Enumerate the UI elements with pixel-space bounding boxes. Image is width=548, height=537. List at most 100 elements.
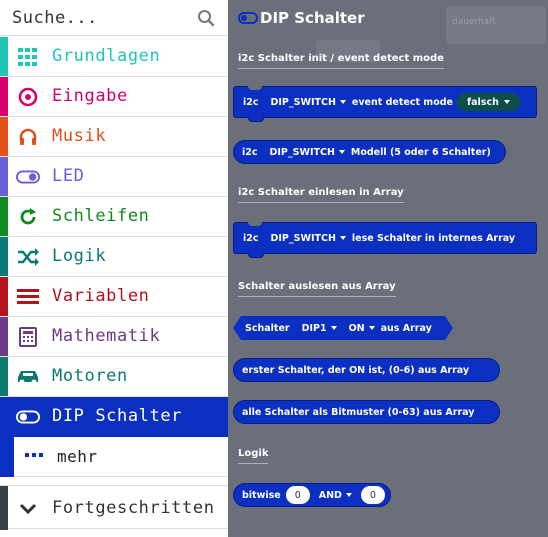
block-text: i2c [243, 96, 259, 108]
caret-down-icon [331, 326, 337, 330]
dropdown-value: DIP_SWITCH [270, 232, 336, 244]
dropdown-value: DIP_SWITCH [269, 146, 335, 158]
block-init-event-detect[interactable]: i2c DIP_SWITCH event detect mode falsch [233, 86, 537, 122]
caret-down-icon [339, 236, 346, 240]
dropdown-on-off[interactable]: ON [349, 323, 375, 334]
number-input[interactable]: 0 [285, 486, 310, 504]
toggle-icon [16, 166, 40, 188]
category-motoren[interactable]: Motoren [0, 357, 228, 397]
headphones-icon [16, 126, 40, 148]
number-input[interactable]: 0 [360, 486, 385, 504]
block-flyout: dauerhaft DIP Schalter i2c Schalter init… [228, 0, 548, 537]
search-icon[interactable] [197, 9, 215, 27]
category-color-bar [0, 277, 8, 316]
block-read-array[interactable]: i2c DIP_SWITCH lese Schalter in internes… [233, 222, 537, 258]
category-label: Grundlagen [52, 46, 161, 66]
category-musik[interactable]: Musik [0, 117, 228, 157]
block-text: erster Schalter, der ON ist, (0-6) aus A… [242, 364, 470, 376]
flyout-title-text: DIP Schalter [260, 9, 365, 27]
block-text: Schalter [245, 322, 290, 334]
category-mehr[interactable]: mehr [0, 437, 228, 477]
category-label: Musik [52, 126, 107, 146]
dropdown-operator[interactable]: AND [319, 490, 352, 501]
calculator-icon [16, 326, 40, 348]
block-bitmuster[interactable]: alle Schalter als Bitmuster (0-63) aus A… [233, 400, 500, 424]
caret-down-icon [338, 150, 345, 154]
block-text: alle Schalter als Bitmuster (0-63) aus A… [242, 406, 475, 418]
divider [0, 477, 228, 485]
refresh-icon [16, 206, 40, 228]
category-color-bar [0, 157, 8, 196]
category-schleifen[interactable]: Schleifen [0, 197, 228, 237]
category-label: mehr [57, 447, 98, 466]
category-label: Fortgeschritten [52, 498, 215, 518]
boolean-dropdown[interactable]: falsch [455, 93, 522, 111]
block-text: Modell (5 oder 6 Schalter) [350, 146, 491, 158]
dropdown-value: AND [318, 489, 342, 501]
category-color-bar [0, 197, 8, 236]
block-bitwise[interactable]: bitwise 0 AND 0 [233, 483, 391, 507]
block-text: i2c [242, 146, 258, 158]
dropdown-dip-switch[interactable]: DIP_SWITCH [271, 233, 346, 244]
section-label-read: i2c Schalter einlesen in Array [238, 187, 404, 203]
shuffle-icon [16, 246, 40, 268]
category-color-bar [0, 357, 8, 396]
category-led[interactable]: LED [0, 157, 228, 197]
category-color-bar [0, 117, 8, 156]
category-variablen[interactable]: Variablen [0, 277, 228, 317]
background-block-label: dauerhaft [452, 17, 496, 27]
lines-icon [16, 286, 40, 308]
category-label: LED [52, 166, 85, 186]
search-box[interactable]: Suche... [0, 0, 228, 36]
dropdown-value: DIP_SWITCH [270, 96, 336, 108]
car-icon [16, 366, 40, 388]
grid-icon [16, 46, 40, 68]
category-label: Variablen [52, 286, 150, 306]
ellipsis-icon [25, 453, 43, 457]
category-color-bar [0, 237, 8, 276]
category-label: Mathematik [52, 326, 161, 346]
block-text: aus Array [380, 322, 432, 334]
category-label: Motoren [52, 366, 128, 386]
search-input[interactable]: Suche... [12, 8, 98, 28]
block-schalter-status[interactable]: Schalter DIP1 ON aus Array [233, 316, 453, 340]
category-color-bar [0, 37, 8, 76]
category-fortgeschritten[interactable]: Fortgeschritten [0, 485, 228, 530]
flyout-title: DIP Schalter [238, 8, 365, 28]
category-label: Logik [52, 246, 107, 266]
dropdown-switch-number[interactable]: DIP1 [302, 323, 337, 334]
category-color-bar [0, 317, 8, 356]
toggle-icon [238, 12, 258, 24]
caret-down-icon [504, 100, 510, 104]
category-dip-schalter[interactable]: DIP Schalter [0, 397, 228, 437]
block-text: i2c [243, 232, 259, 244]
category-eingabe[interactable]: Eingabe [0, 77, 228, 117]
category-mathematik[interactable]: Mathematik [0, 317, 228, 357]
toolbox-sidebar: Suche... Grundlagen Eingabe Musik LED Sc… [0, 0, 228, 537]
block-text: bitwise [242, 489, 281, 501]
dropdown-value: ON [348, 322, 365, 334]
dropdown-value: falsch [466, 96, 499, 108]
caret-down-icon [345, 493, 352, 497]
category-logik[interactable]: Logik [0, 237, 228, 277]
dropdown-value: DIP1 [301, 322, 327, 334]
caret-down-icon [339, 100, 346, 104]
dropdown-dip-switch[interactable]: DIP_SWITCH [270, 147, 345, 158]
target-icon [16, 86, 40, 108]
caret-down-icon [369, 326, 375, 330]
block-text: event detect mode [351, 96, 453, 108]
chevron-down-icon [19, 503, 37, 515]
category-label: Eingabe [52, 86, 128, 106]
section-label-logic: Logik [238, 448, 269, 464]
category-grundlagen[interactable]: Grundlagen [0, 37, 228, 77]
category-color-bar [0, 486, 8, 530]
category-label: Schleifen [52, 206, 150, 226]
section-label-init: i2c Schalter init / event detect mode [238, 53, 444, 69]
dropdown-dip-switch[interactable]: DIP_SWITCH [271, 97, 346, 108]
block-modell[interactable]: i2c DIP_SWITCH Modell (5 oder 6 Schalter… [233, 140, 506, 164]
category-color-bar [0, 437, 14, 477]
section-label-array: Schalter auslesen aus Array [238, 281, 396, 297]
toggle-icon [16, 406, 40, 428]
block-first-on[interactable]: erster Schalter, der ON ist, (0-6) aus A… [233, 358, 500, 382]
category-label: DIP Schalter [52, 406, 183, 426]
